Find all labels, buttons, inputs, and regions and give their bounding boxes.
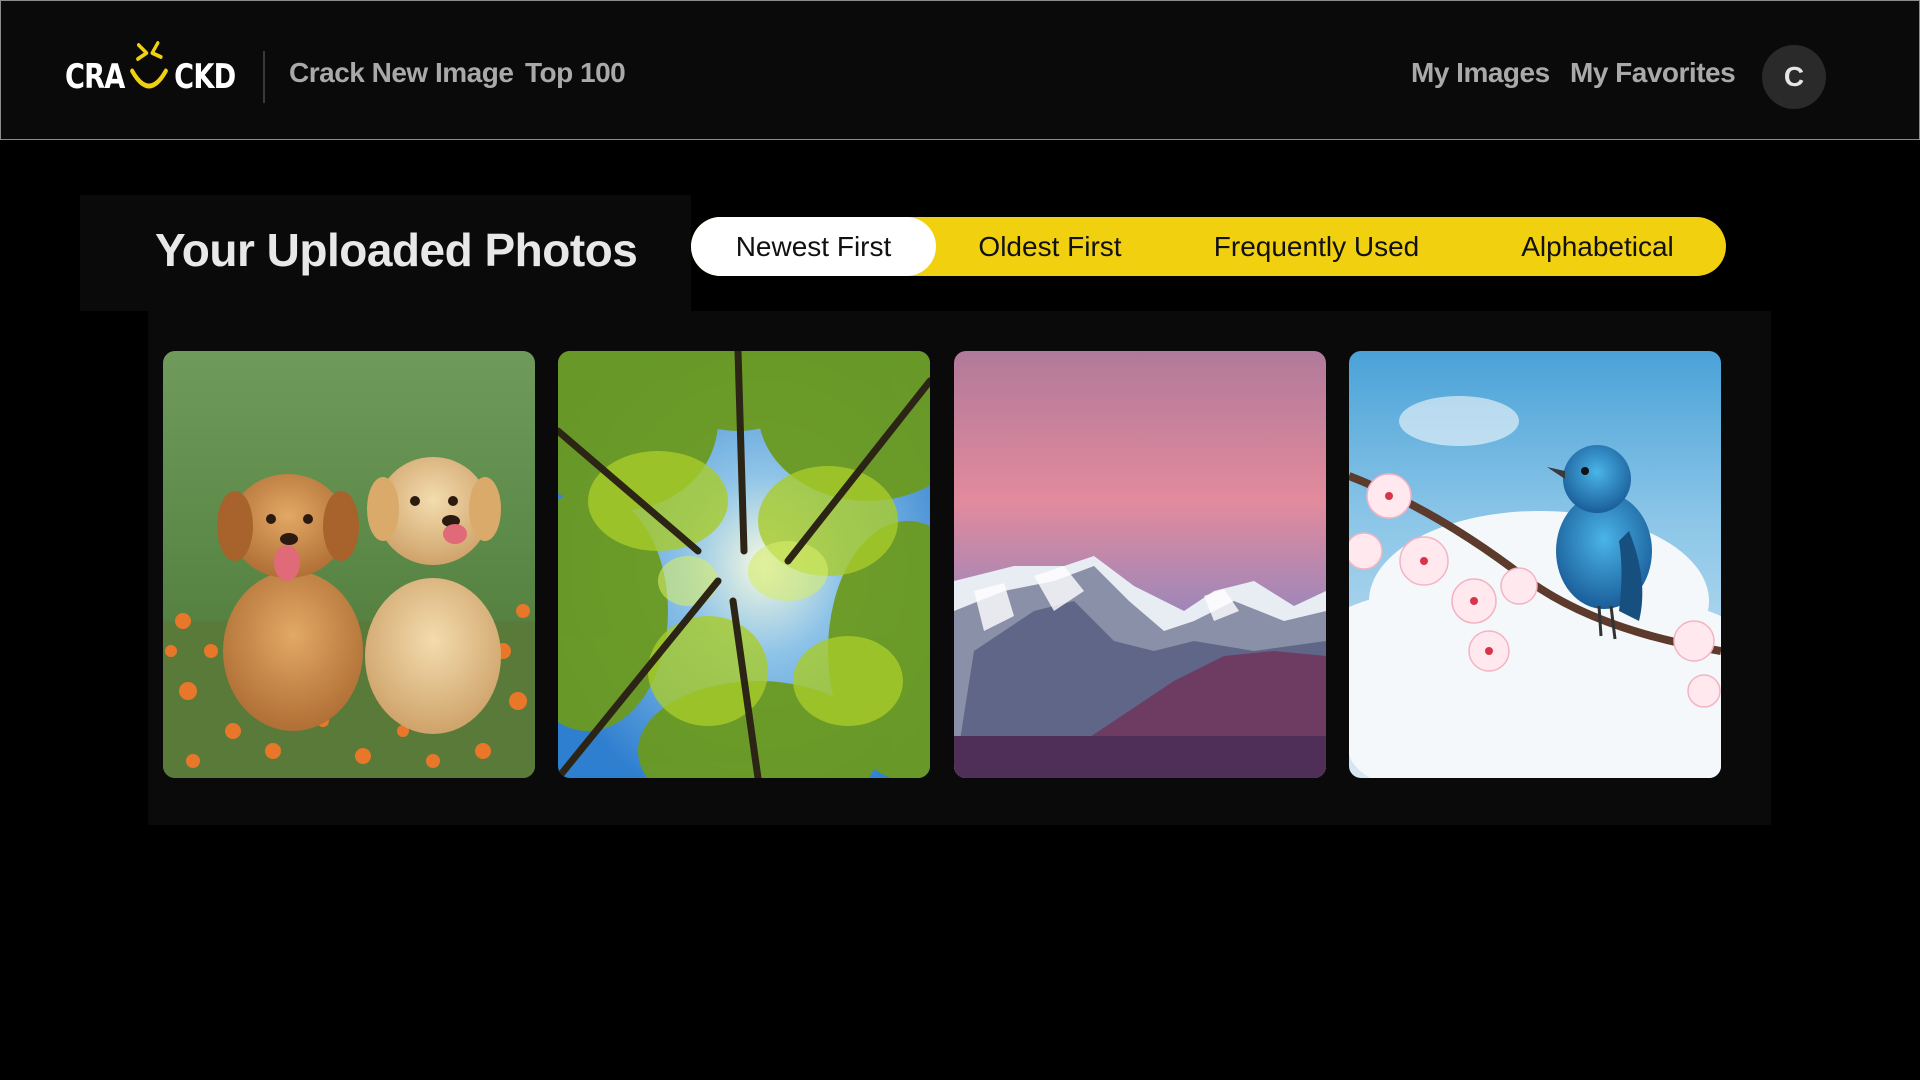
photo-card-mountains[interactable] <box>954 351 1326 778</box>
sort-tab-oldest-first[interactable]: Oldest First <box>936 217 1164 276</box>
photo-card-puppies[interactable] <box>163 351 535 778</box>
forest-photo <box>558 351 930 778</box>
logo-wordmark: CRA CKD <box>65 41 236 107</box>
nav-link-crack-new-image[interactable]: Crack New Image <box>289 57 514 89</box>
page-title-box: Your Uploaded Photos <box>80 195 691 311</box>
photo-card-bird[interactable] <box>1349 351 1721 778</box>
nav-link-my-favorites[interactable]: My Favorites <box>1570 57 1736 89</box>
nav-link-top-100[interactable]: Top 100 <box>525 57 626 89</box>
sort-tabs: Newest First Oldest First Frequently Use… <box>691 217 1726 276</box>
top-navbar: CRA CKD Crack New Image Top 100 My Image… <box>0 0 1920 140</box>
logo-text-right: CKD <box>174 57 236 97</box>
logo-text-left: CRA <box>65 57 125 97</box>
avatar-initial: C <box>1783 61 1805 92</box>
photo-card-forest[interactable] <box>558 351 930 778</box>
nav-divider <box>263 51 265 103</box>
photo-gallery <box>148 311 1771 825</box>
app-logo[interactable]: CRA CKD <box>65 39 236 115</box>
user-avatar[interactable]: C <box>1762 45 1826 109</box>
sort-tab-alphabetical[interactable]: Alphabetical <box>1469 217 1726 276</box>
bird-photo <box>1349 351 1721 778</box>
smile-icon <box>130 41 169 89</box>
sort-tab-frequently-used[interactable]: Frequently Used <box>1164 217 1469 276</box>
page-title: Your Uploaded Photos <box>155 224 638 276</box>
sort-tab-newest-first[interactable]: Newest First <box>691 217 936 276</box>
mountains-photo <box>954 351 1326 778</box>
puppies-photo <box>163 351 535 778</box>
nav-link-my-images[interactable]: My Images <box>1411 57 1550 89</box>
